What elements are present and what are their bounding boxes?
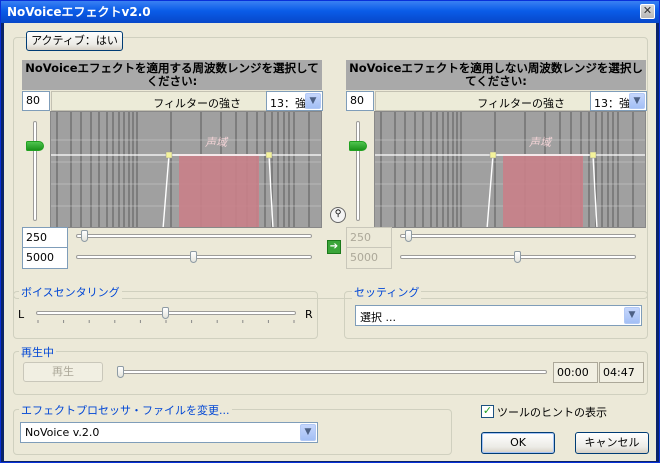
left-filter-value: 13：強: [270, 97, 306, 110]
play-label: 再生: [52, 365, 74, 378]
right-level-input[interactable]: 80: [346, 91, 374, 111]
tooltip-checkbox[interactable]: ✓: [481, 405, 494, 418]
left-low-freq-thumb[interactable]: [80, 230, 88, 242]
right-filter-label: フィルターの強さ: [477, 97, 565, 110]
cancel-button[interactable]: キャンセル: [575, 432, 649, 454]
settings-selected: 選択 ...: [360, 311, 396, 324]
time-current: 00:00: [553, 362, 598, 383]
playback-progress-thumb[interactable]: [117, 366, 124, 378]
effect-file-selected: NoVoice v.2.0: [25, 426, 100, 439]
ok-label: OK: [510, 436, 526, 449]
left-vertical-slider-track[interactable]: [33, 121, 37, 221]
left-low-freq-input[interactable]: 250: [22, 227, 68, 249]
left-low-freq-slider[interactable]: [76, 234, 312, 238]
left-vertical-slider-thumb[interactable]: [26, 140, 44, 151]
right-vertical-slider-track[interactable]: [356, 121, 360, 221]
tooltip-checkbox-label[interactable]: ツールのヒントの表示: [497, 404, 607, 420]
left-region-label: 声域: [205, 136, 227, 149]
curve-handle: [265, 151, 273, 159]
left-high-freq-thumb[interactable]: [190, 251, 197, 263]
left-filter-label: フィルターの強さ: [153, 97, 241, 110]
active-toggle-label: アクティブ：はい: [31, 34, 118, 47]
right-panel-header: NoVoiceエフェクトを適用しない周波数レンジを選択してください:: [346, 60, 646, 90]
chevron-down-icon[interactable]: ▼: [305, 93, 321, 109]
right-low-freq-slider[interactable]: [400, 234, 636, 238]
left-frequency-graph[interactable]: 声域: [50, 111, 322, 228]
left-graph-canvas: [51, 112, 321, 227]
active-toggle-button[interactable]: アクティブ：はい: [26, 31, 123, 51]
right-vertical-slider-thumb[interactable]: [349, 140, 367, 151]
close-button[interactable]: ✕: [640, 4, 655, 19]
arrow-right-icon[interactable]: ➔: [327, 240, 341, 254]
time-total: 04:47: [599, 362, 644, 383]
zoom-icon[interactable]: ⚲: [330, 207, 346, 223]
right-frequency-graph[interactable]: 声域: [374, 111, 646, 228]
voice-centering-thumb[interactable]: [162, 307, 169, 319]
curve-handle: [589, 151, 597, 159]
ok-button[interactable]: OK: [481, 432, 555, 454]
chevron-down-icon[interactable]: ▼: [624, 307, 640, 324]
left-level-input[interactable]: 80: [22, 91, 50, 111]
curve-handle: [489, 151, 497, 159]
effect-file-title: エフェクトプロセッサ・ファイルを変更...: [19, 402, 232, 418]
voice-region: [179, 154, 259, 227]
curve-handle: [165, 151, 173, 159]
chevron-down-icon[interactable]: ▼: [300, 424, 316, 441]
voice-centering-left-label: L: [18, 308, 25, 321]
title-bar[interactable]: NoVoiceエフェクトv2.0 ✕: [1, 1, 659, 23]
voice-centering-ticks: [37, 320, 295, 323]
right-filter-row: フィルターの強さ 13：強 ▼: [375, 91, 647, 111]
checkmark-icon: ✓: [482, 404, 493, 417]
play-button[interactable]: 再生: [23, 362, 103, 382]
left-filter-combo[interactable]: 13：強 ▼: [266, 91, 323, 111]
dialog-client: アクティブ：はい NoVoiceエフェクトを適用する周波数レンジを選択してくださ…: [4, 23, 656, 461]
effect-file-select[interactable]: NoVoice v.2.0 ▼: [20, 422, 318, 443]
voice-region: [503, 154, 583, 227]
settings-title: セッティング: [352, 284, 422, 300]
right-low-freq-input[interactable]: 250: [346, 227, 392, 249]
settings-select[interactable]: 選択 ... ▼: [355, 305, 642, 326]
right-high-freq-input[interactable]: 5000: [346, 247, 392, 269]
right-low-freq-thumb[interactable]: [404, 230, 412, 242]
cancel-label: キャンセル: [584, 436, 640, 449]
chevron-down-icon[interactable]: ▼: [629, 93, 645, 109]
playback-progress-slider[interactable]: [117, 370, 547, 374]
right-graph-canvas: [375, 112, 645, 227]
right-region-label: 声域: [529, 136, 551, 149]
right-high-freq-thumb[interactable]: [514, 251, 521, 263]
window-title: NoVoiceエフェクトv2.0: [7, 5, 151, 19]
right-filter-combo[interactable]: 13：強 ▼: [590, 91, 647, 111]
playback-title: 再生中: [19, 344, 56, 360]
close-icon: ✕: [642, 4, 653, 17]
right-filter-value: 13：強: [594, 97, 630, 110]
left-filter-row: フィルターの強さ 13：強 ▼: [51, 91, 323, 111]
left-panel-header: NoVoiceエフェクトを適用する周波数レンジを選択してください:: [22, 60, 322, 90]
left-high-freq-input[interactable]: 5000: [22, 247, 68, 269]
app-window: NoVoiceエフェクトv2.0 ✕ アクティブ：はい NoVoiceエフェクト…: [0, 0, 660, 463]
voice-centering-title: ボイスセンタリング: [19, 284, 122, 300]
voice-centering-right-label: R: [305, 308, 313, 321]
